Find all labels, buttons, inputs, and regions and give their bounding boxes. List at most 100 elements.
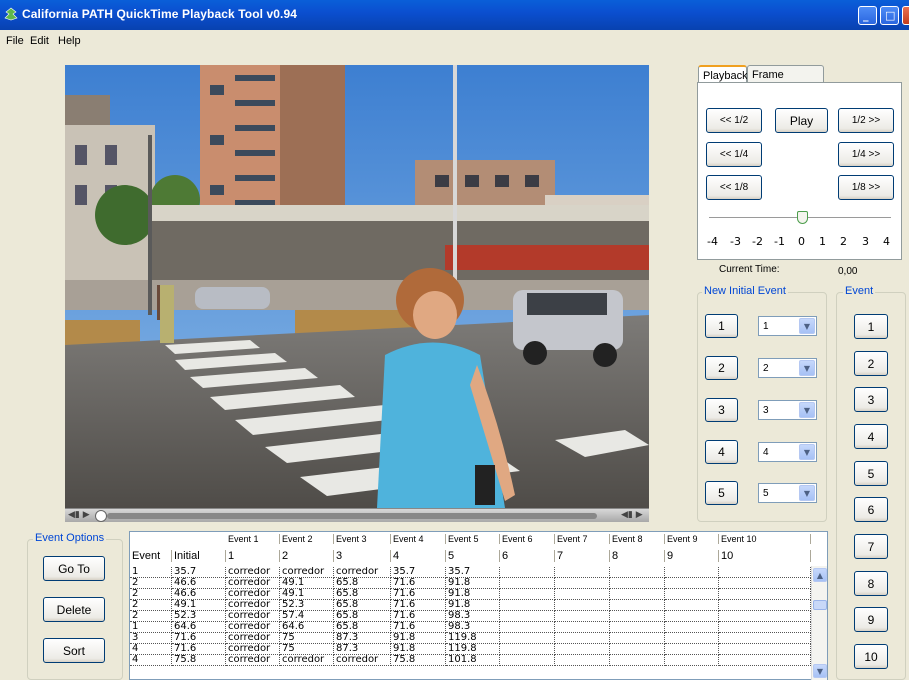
slow-back-eighth-button[interactable]: << 1/8 [706,175,762,200]
table-cell[interactable] [500,600,555,611]
table-cell[interactable]: 91.8 [446,578,500,589]
table-cell[interactable]: 2 [130,611,172,622]
table-cell[interactable]: 57.4 [280,611,334,622]
table-cell[interactable]: 71.6 [172,633,226,644]
table-cell[interactable] [610,578,665,589]
table-cell[interactable] [610,589,665,600]
table-cell[interactable]: 49.1 [280,578,334,589]
table-cell[interactable]: corredor [226,655,280,666]
table-cell[interactable] [719,633,811,644]
table-vertical-scrollbar[interactable]: ▲ ▼ [811,566,827,680]
column-header[interactable]: 10 [719,550,811,562]
table-cell[interactable] [719,644,811,655]
column-header[interactable]: Initial [172,550,226,562]
event-button-8[interactable]: 8 [854,571,888,596]
table-cell[interactable]: 2 [130,578,172,589]
table-cell[interactable] [665,611,719,622]
table-cell[interactable]: 1 [130,622,172,633]
table-cell[interactable]: 3 [130,633,172,644]
slow-forward-half-button[interactable]: 1/2 >> [838,108,894,133]
table-cell[interactable]: 64.6 [172,622,226,633]
table-cell[interactable]: 98.3 [446,622,500,633]
sort-button[interactable]: Sort [43,638,105,663]
event-button-6[interactable]: 6 [854,497,888,522]
table-cell[interactable]: 75 [280,644,334,655]
table-cell[interactable]: 119.8 [446,644,500,655]
initial-event-button-2[interactable]: 2 [705,356,738,380]
table-cell[interactable]: 75.8 [172,655,226,666]
table-cell[interactable]: corredor [280,655,334,666]
table-cell[interactable]: 71.6 [391,600,446,611]
initial-event-select-4[interactable]: 4 ▼ [758,442,817,462]
chevron-down-icon[interactable]: ▼ [799,360,815,376]
table-cell[interactable] [665,655,719,666]
table-cell[interactable]: 91.8 [391,633,446,644]
table-cell[interactable]: corredor [226,611,280,622]
table-cell[interactable] [610,611,665,622]
table-cell[interactable]: 52.3 [280,600,334,611]
table-cell[interactable]: 49.1 [172,600,226,611]
table-cell[interactable]: 2 [130,600,172,611]
table-cell[interactable]: 71.6 [391,622,446,633]
scrub-back-icon[interactable]: ◀▮ ▶ [68,510,90,520]
table-cell[interactable]: 46.6 [172,589,226,600]
scrub-handle[interactable] [95,510,107,522]
table-cell[interactable] [555,567,610,578]
table-cell[interactable] [500,589,555,600]
table-cell[interactable]: 65.8 [334,600,391,611]
table-cell[interactable]: 2 [130,589,172,600]
table-cell[interactable] [500,622,555,633]
table-cell[interactable] [555,644,610,655]
delete-button[interactable]: Delete [43,597,105,622]
table-cell[interactable]: 71.6 [391,611,446,622]
table-cell[interactable] [719,578,811,589]
slow-back-half-button[interactable]: << 1/2 [706,108,762,133]
table-cell[interactable]: 65.8 [334,578,391,589]
table-cell[interactable] [610,633,665,644]
table-cell[interactable]: 91.8 [391,644,446,655]
maximize-button[interactable]: □ [880,6,899,25]
table-cell[interactable]: 4 [130,655,172,666]
column-header[interactable]: 4 [391,550,446,562]
event-button-7[interactable]: 7 [854,534,888,559]
close-button[interactable] [902,6,909,25]
slow-back-quarter-button[interactable]: << 1/4 [706,142,762,167]
table-cell[interactable]: 71.6 [172,644,226,655]
column-header[interactable]: 5 [446,550,500,562]
table-cell[interactable]: 91.8 [446,589,500,600]
table-cell[interactable] [500,611,555,622]
table-cell[interactable] [665,600,719,611]
column-header[interactable]: 7 [555,550,610,562]
initial-event-button-5[interactable]: 5 [705,481,738,505]
table-cell[interactable] [555,655,610,666]
table-cell[interactable]: corredor [226,633,280,644]
table-cell[interactable]: 119.8 [446,633,500,644]
table-cell[interactable] [610,644,665,655]
table-cell[interactable]: 87.3 [334,633,391,644]
table-cell[interactable]: 87.3 [334,644,391,655]
chevron-down-icon[interactable]: ▼ [799,444,815,460]
table-cell[interactable]: 4 [130,644,172,655]
table-cell[interactable] [610,567,665,578]
table-cell[interactable]: 1 [130,567,172,578]
table-cell[interactable] [500,633,555,644]
table-cell[interactable]: 65.8 [334,622,391,633]
table-cell[interactable] [719,655,811,666]
table-cell[interactable] [555,622,610,633]
slow-forward-eighth-button[interactable]: 1/8 >> [838,175,894,200]
table-cell[interactable]: corredor [334,655,391,666]
table-cell[interactable] [555,611,610,622]
initial-event-button-4[interactable]: 4 [705,440,738,464]
table-cell[interactable]: 91.8 [446,600,500,611]
table-cell[interactable]: 49.1 [280,589,334,600]
table-cell[interactable] [555,600,610,611]
event-button-9[interactable]: 9 [854,607,888,632]
table-cell[interactable]: 35.7 [172,567,226,578]
table-cell[interactable] [555,589,610,600]
column-header[interactable]: 8 [610,550,665,562]
table-cell[interactable] [610,600,665,611]
table-cell[interactable] [719,567,811,578]
table-cell[interactable] [610,622,665,633]
column-header[interactable]: 6 [500,550,555,562]
initial-event-select-2[interactable]: 2 ▼ [758,358,817,378]
